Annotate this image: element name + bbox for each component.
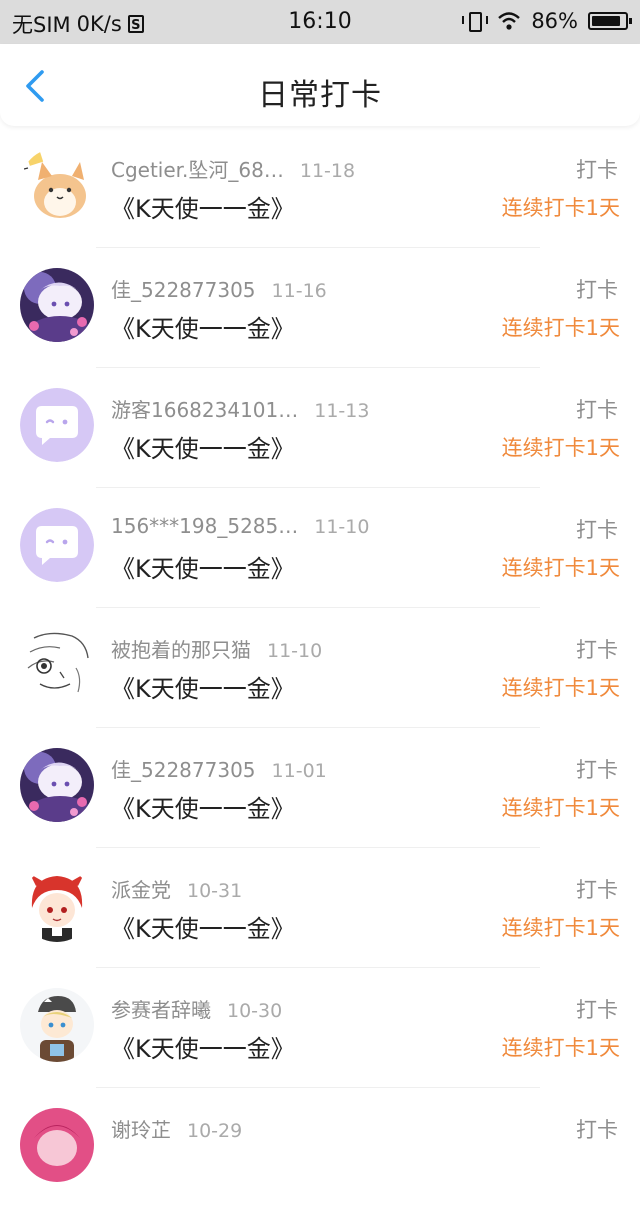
- chibi-avatar[interactable]: [20, 988, 94, 1062]
- streak-label: 连续打卡1天: [501, 676, 620, 700]
- wifi-icon: [498, 12, 521, 30]
- red-hair-avatar[interactable]: [20, 868, 94, 942]
- item-content: 《K天使一一金》: [111, 555, 295, 583]
- username[interactable]: Cgetier.坠河_68…: [111, 158, 284, 182]
- item-content: 《K天使一一金》: [111, 195, 295, 223]
- checkin-date: 11-10: [267, 640, 323, 662]
- checkin-type-label: 打卡: [576, 638, 618, 662]
- checkin-date: 11-16: [271, 280, 327, 302]
- checkin-date: 11-01: [271, 760, 327, 782]
- item-content: 《K天使一一金》: [111, 675, 295, 703]
- checkin-list: Cgetier.坠河_68… 11-18 《K天使一一金》 打卡 连续打卡1天 佳…: [0, 128, 640, 1208]
- item-content: 《K天使一一金》: [111, 1035, 295, 1063]
- username[interactable]: 被抱着的那只猫: [111, 638, 251, 662]
- status-bar: 无SIM 0K/s S 16:10 86%: [0, 0, 640, 44]
- username[interactable]: 佳_522877305: [111, 278, 256, 302]
- sketch-avatar[interactable]: [20, 628, 94, 702]
- username[interactable]: 游客1668234101…: [111, 398, 298, 422]
- username[interactable]: 谢玲芷: [111, 1118, 171, 1142]
- list-item[interactable]: 佳_522877305 11-01 《K天使一一金》 打卡 连续打卡1天: [0, 728, 640, 848]
- list-item[interactable]: 参赛者辞曦 10-30 《K天使一一金》 打卡 连续打卡1天: [0, 968, 640, 1088]
- checkin-date: 10-31: [187, 880, 243, 902]
- list-item[interactable]: Cgetier.坠河_68… 11-18 《K天使一一金》 打卡 连续打卡1天: [0, 128, 640, 248]
- checkin-date: 11-10: [314, 516, 370, 538]
- list-item[interactable]: 游客1668234101… 11-13 《K天使一一金》 打卡 连续打卡1天: [0, 368, 640, 488]
- default-chat-avatar[interactable]: [20, 508, 94, 582]
- list-item[interactable]: 谢玲芷 10-29 打卡: [0, 1088, 640, 1208]
- item-content: 《K天使一一金》: [111, 435, 295, 463]
- checkin-type-label: 打卡: [576, 758, 618, 782]
- checkin-type-label: 打卡: [576, 878, 618, 902]
- item-meta: 佳_522877305 11-16: [111, 274, 327, 303]
- anime-purple-avatar[interactable]: [20, 268, 94, 342]
- list-item[interactable]: 被抱着的那只猫 11-10 《K天使一一金》 打卡 连续打卡1天: [0, 608, 640, 728]
- checkin-type-label: 打卡: [576, 158, 618, 182]
- item-content: 《K天使一一金》: [111, 795, 295, 823]
- streak-label: 连续打卡1天: [501, 916, 620, 940]
- streak-label: 连续打卡1天: [501, 556, 620, 580]
- username[interactable]: 156***198_5285…: [111, 514, 298, 538]
- checkin-date: 10-30: [227, 1000, 283, 1022]
- item-meta: 游客1668234101… 11-13: [111, 394, 369, 423]
- status-right: 86%: [461, 9, 632, 33]
- vibrate-icon: [461, 10, 489, 32]
- checkin-date: 10-29: [187, 1120, 243, 1142]
- streak-label: 连续打卡1天: [501, 436, 620, 460]
- checkin-date: 11-18: [299, 160, 356, 182]
- checkin-type-label: 打卡: [576, 1118, 618, 1142]
- streak-label: 连续打卡1天: [501, 796, 620, 820]
- username[interactable]: 佳_522877305: [111, 758, 256, 782]
- checkin-type-label: 打卡: [576, 398, 618, 422]
- list-item[interactable]: 派金党 10-31 《K天使一一金》 打卡 连续打卡1天: [0, 848, 640, 968]
- item-meta: 被抱着的那只猫 11-10: [111, 634, 322, 663]
- item-meta: 派金党 10-31: [111, 874, 242, 903]
- streak-label: 连续打卡1天: [501, 1036, 620, 1060]
- item-meta: Cgetier.坠河_68… 11-18: [111, 154, 355, 183]
- cat-avatar[interactable]: [20, 148, 94, 222]
- item-meta: 谢玲芷 10-29: [111, 1114, 242, 1143]
- default-chat-avatar[interactable]: [20, 388, 94, 462]
- checkin-type-label: 打卡: [576, 518, 618, 542]
- battery-percent: 86%: [531, 9, 578, 33]
- item-content: 《K天使一一金》: [111, 915, 295, 943]
- username[interactable]: 派金党: [111, 878, 171, 902]
- item-meta: 参赛者辞曦 10-30: [111, 994, 282, 1023]
- item-meta: 佳_522877305 11-01: [111, 754, 327, 783]
- list-item[interactable]: 佳_522877305 11-16 《K天使一一金》 打卡 连续打卡1天: [0, 248, 640, 368]
- pink-avatar[interactable]: [20, 1108, 94, 1182]
- anime-purple-avatar[interactable]: [20, 748, 94, 822]
- battery-icon: [588, 12, 632, 30]
- username[interactable]: 参赛者辞曦: [111, 998, 211, 1022]
- streak-label: 连续打卡1天: [501, 316, 620, 340]
- checkin-date: 11-13: [314, 400, 370, 422]
- streak-label: 连续打卡1天: [501, 196, 620, 220]
- checkin-type-label: 打卡: [576, 278, 618, 302]
- battery-fill: [592, 16, 620, 26]
- item-meta: 156***198_5285… 11-10: [111, 514, 369, 538]
- checkin-type-label: 打卡: [576, 998, 618, 1022]
- nav-header: 日常打卡: [0, 44, 640, 126]
- list-item[interactable]: 156***198_5285… 11-10 《K天使一一金》 打卡 连续打卡1天: [0, 488, 640, 608]
- page-title: 日常打卡: [258, 78, 382, 113]
- item-content: 《K天使一一金》: [111, 315, 295, 343]
